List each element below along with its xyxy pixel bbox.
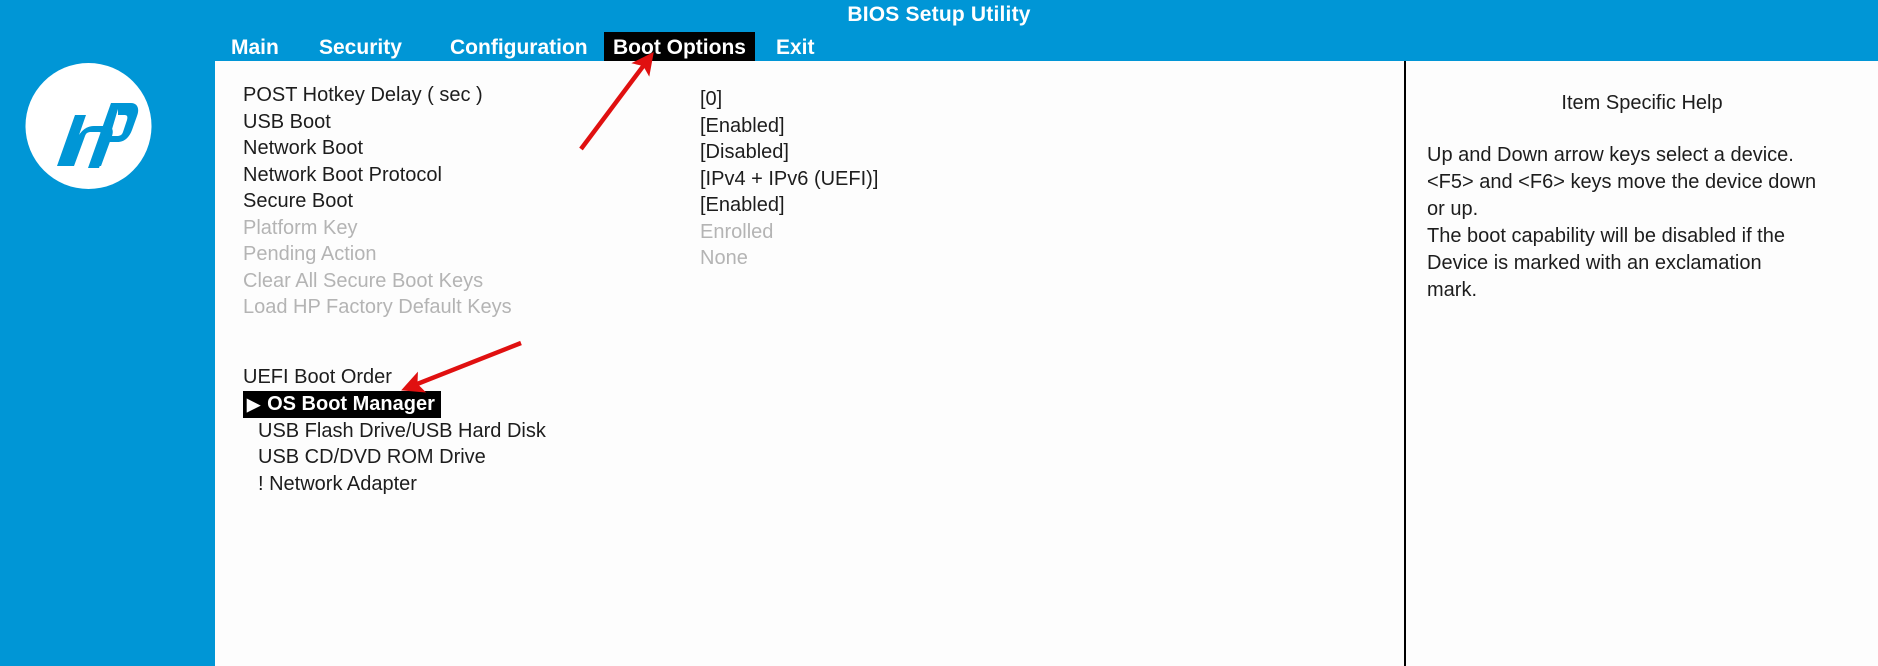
boot-device-label: OS Boot Manager <box>267 392 435 415</box>
tab-boot-options[interactable]: Boot Options <box>604 32 755 64</box>
help-line: Up and Down arrow keys select a device. <box>1427 144 1794 166</box>
boot-device-usb-cd-dvd-rom-drive[interactable]: USB CD/DVD ROM Drive <box>243 444 883 471</box>
setting-value-network-boot[interactable]: [Disabled] <box>700 139 1180 166</box>
boot-device-usb-flash-drive[interactable]: USB Flash Drive/USB Hard Disk <box>243 418 883 445</box>
setting-value-platform-key: Enrolled <box>700 220 774 243</box>
help-line: The boot capability will be disabled if … <box>1427 225 1785 247</box>
tab-exit[interactable]: Exit <box>767 32 824 64</box>
help-line: or up. <box>1427 198 1479 220</box>
menu-bar: Main Security Configuration Boot Options… <box>0 32 1878 64</box>
setting-label-load-hp-factory-default-keys: Load HP Factory Default Keys <box>243 296 512 318</box>
boot-device-network-adapter[interactable]: ! Network Adapter <box>243 471 883 498</box>
boot-device-os-boot-manager[interactable]: ▶ OS Boot Manager <box>243 390 441 418</box>
boot-device-row-os-boot-manager-wrap: ▶ OS Boot Manager <box>243 390 883 418</box>
tab-main[interactable]: Main <box>222 32 288 64</box>
setting-value-secure-boot[interactable]: [Enabled] <box>700 192 1180 219</box>
help-line: Device is marked with an exclamation <box>1427 252 1762 274</box>
title-bar: BIOS Setup Utility <box>0 0 1878 30</box>
hp-logo <box>23 63 154 189</box>
uefi-boot-order-heading: UEFI Boot Order <box>243 366 392 388</box>
selection-triangle-icon: ▶ <box>247 394 261 414</box>
setting-value-network-boot-protocol[interactable]: [IPv4 + IPv6 (UEFI)] <box>700 166 1180 193</box>
page-title: BIOS Setup Utility <box>847 3 1031 26</box>
item-specific-help-panel: Item Specific Help Up and Down arrow key… <box>1406 61 1878 666</box>
settings-values-list: [0] [Enabled] [Disabled] [IPv4 + IPv6 (U… <box>700 86 1180 272</box>
help-line: mark. <box>1427 279 1477 301</box>
setting-value-pending-action: None <box>700 247 748 269</box>
help-body: Up and Down arrow keys select a device. … <box>1406 142 1878 304</box>
setting-value-usb-boot[interactable]: [Enabled] <box>700 113 1180 140</box>
uefi-boot-order-section: UEFI Boot Order ▶ OS Boot Manager USB Fla… <box>243 364 883 497</box>
bios-setup-screen: BIOS Setup Utility Main Security Configu… <box>0 0 1878 666</box>
help-title: Item Specific Help <box>1561 92 1723 114</box>
tab-configuration[interactable]: Configuration <box>441 32 597 64</box>
setting-value-post-hotkey-delay[interactable]: [0] <box>700 86 1180 113</box>
tab-security[interactable]: Security <box>310 32 411 64</box>
help-line: <F5> and <F6> keys move the device down <box>1427 171 1817 193</box>
